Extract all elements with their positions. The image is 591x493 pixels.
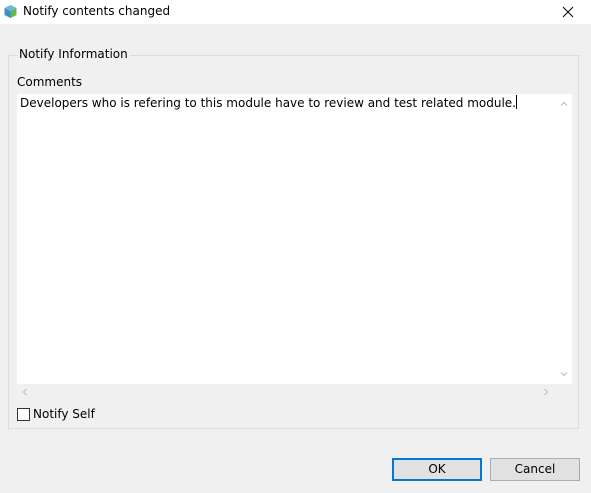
group-legend: Notify Information	[17, 47, 130, 61]
vertical-scrollbar[interactable]	[556, 94, 572, 384]
scrollbar-corner	[556, 384, 572, 400]
scroll-down-icon[interactable]	[560, 370, 568, 378]
text-caret	[516, 95, 517, 109]
scroll-up-icon[interactable]	[560, 100, 568, 108]
close-button[interactable]	[545, 0, 591, 24]
comments-textarea[interactable]: Developers who is refering to this modul…	[17, 94, 572, 400]
title-bar[interactable]: Notify contents changed	[0, 0, 591, 24]
notify-dialog: Notify contents changed Notify Informati…	[0, 0, 591, 493]
close-icon	[562, 6, 574, 18]
notify-self-checkbox[interactable]	[17, 408, 30, 421]
scroll-right-icon[interactable]	[542, 388, 550, 396]
cancel-button[interactable]: Cancel	[490, 458, 580, 481]
comments-text: Developers who is refering to this modul…	[20, 95, 517, 110]
window-title: Notify contents changed	[23, 4, 171, 18]
comments-label: Comments	[17, 75, 83, 89]
ok-button[interactable]: OK	[392, 458, 482, 481]
scroll-left-icon[interactable]	[21, 388, 29, 396]
notify-self-label[interactable]: Notify Self	[33, 406, 95, 422]
horizontal-scrollbar[interactable]	[17, 384, 556, 400]
cube-icon	[3, 4, 18, 19]
